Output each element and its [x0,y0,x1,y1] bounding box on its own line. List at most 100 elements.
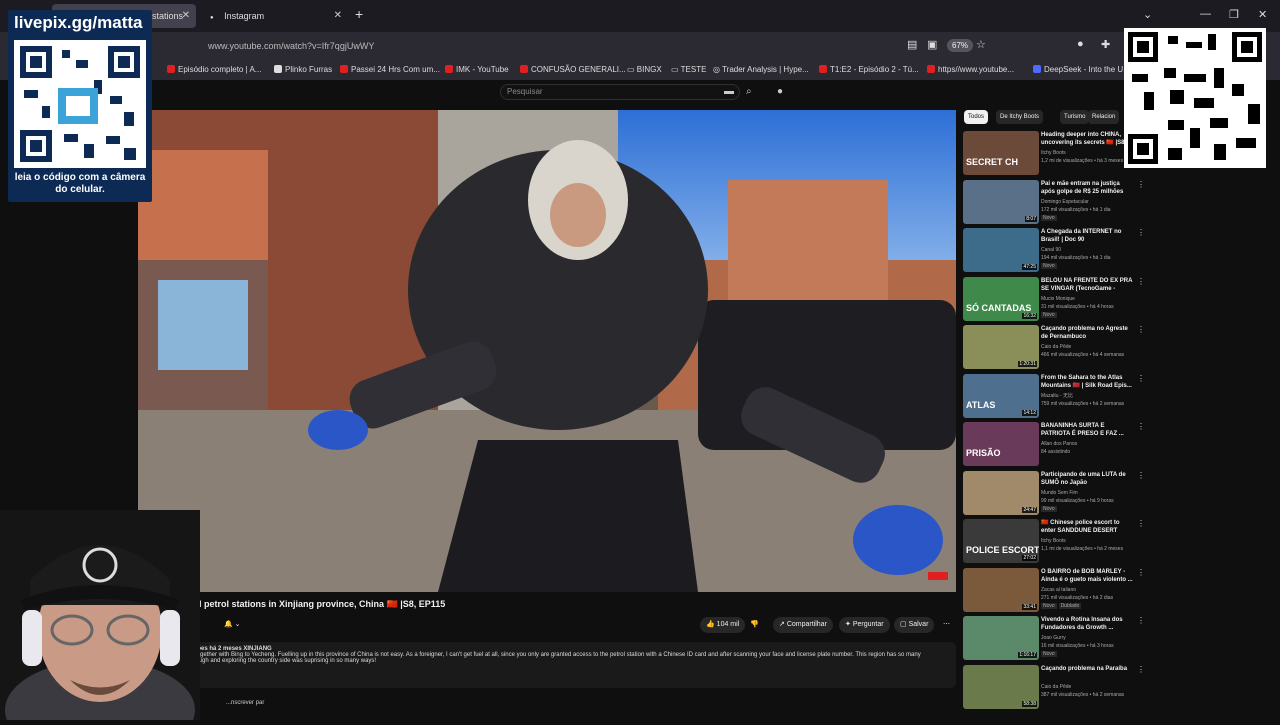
channel-name[interactable]: Mazaltu - 无比 [1041,392,1133,400]
maximize-icon[interactable]: ❐ [1229,8,1239,21]
video-player[interactable] [138,110,956,592]
video-thumbnail[interactable]: 33:41 [963,567,1039,612]
recommendation-title[interactable]: BELOU NA FRENTE DO EX PRA SE VINGAR (Tec… [1041,277,1133,293]
more-options-icon[interactable]: ⋮ [1137,180,1145,189]
video-thumbnail[interactable]: 58:38 [963,664,1039,709]
picture-in-picture-icon[interactable]: ▣ [927,38,937,51]
channel-name[interactable]: Joao Gurry [1041,634,1133,642]
channel-name[interactable]: Caio da Pêde [1041,683,1133,691]
more-options-icon[interactable]: ⋮ [1137,616,1145,625]
more-options-icon[interactable]: ⋮ [1137,277,1145,286]
recommendation-title[interactable]: Caçando problema no Agreste de Pernambuc… [1041,325,1133,341]
more-options-icon[interactable]: ⋮ [1137,374,1145,383]
channel-name[interactable]: Allan dos Panos [1041,440,1133,448]
transcript-hint[interactable]: ...nscrever par [226,700,264,706]
recommendation-title[interactable]: Caçando problema na Paraíba [1041,665,1133,673]
more-options-icon[interactable]: ⋮ [1137,519,1145,528]
account-icon[interactable]: ● [1077,38,1084,50]
more-options-icon[interactable]: ⋮ [1137,471,1145,480]
channel-name[interactable]: Domingo Espetacular [1041,198,1133,206]
more-options-icon[interactable]: ⋮ [1137,568,1145,577]
more-options-icon[interactable]: ⋮ [1137,228,1145,237]
bookmark-item[interactable]: IMK - YouTube [445,65,509,74]
recommendation-title[interactable]: From the Sahara to the Atlas Mountains 🇲… [1041,374,1133,390]
bookmark-item[interactable]: Plinko Furras [274,65,332,74]
video-thumbnail[interactable]: 8:07 [963,179,1039,224]
recommendation-title[interactable]: Pai e mãe entram na justiça após golpe d… [1041,180,1133,196]
recommendation-item[interactable]: 1:20:31 Caçando problema no Agreste de Pe… [962,325,1145,371]
more-options-icon[interactable]: ⋮ [1137,325,1145,334]
extensions-icon[interactable]: ✚ [1101,38,1110,51]
video-thumbnail[interactable]: SÓ CANTADAS 16:32 [963,276,1039,321]
keyboard-icon[interactable]: ▬ [724,86,734,97]
save-button[interactable]: ▢ Salvar [894,617,935,633]
recommendation-item[interactable]: SÓ CANTADAS 16:32 BELOU NA FRENTE DO EX PR… [962,276,1145,323]
search-input[interactable]: Pesquisar [500,84,740,100]
channel-name[interactable]: Itchy Boots [1041,149,1133,157]
video-thumbnail[interactable]: POLICE ESCORT 27:02 [963,519,1039,563]
recommendation-item[interactable]: SECRET CH Heading deeper into CHINA, unco… [962,131,1145,177]
recommendation-item[interactable]: 24:47 Participando de uma LUTA de SUMÔ no… [962,470,1145,517]
recommendation-item[interactable]: POLICE ESCORT 27:02 🇨🇳 Chinese police esco… [962,519,1145,565]
bookmark-folder[interactable]: ▭ TESTE [671,65,706,74]
chip-related[interactable]: Relacion [1088,110,1120,124]
recommendation-item[interactable]: 33:41 O BAIRRO de BOB MARLEY - Ainda é o … [962,567,1145,614]
recommendation-title[interactable]: Vivendo a Rotina Insana dos Fundadores d… [1041,616,1133,632]
more-actions-icon[interactable]: ⋯ [943,617,950,633]
video-thumbnail[interactable]: 1:16:17 [963,616,1039,660]
share-button[interactable]: ↗ Compartilhar [773,617,833,633]
close-window-icon[interactable]: ✕ [1258,8,1267,21]
new-tab-button[interactable]: + [355,6,363,22]
list-all-tabs-icon[interactable]: ⌄ [1143,8,1152,21]
channel-name[interactable]: Caio da Pêde [1041,343,1133,351]
bookmark-item[interactable]: ◎ Trader Analysis | Hype... [713,65,809,74]
recommendation-title[interactable]: 🇨🇳 Chinese police escort to enter SANDDU… [1041,519,1133,535]
recommendation-item[interactable]: 8:07 Pai e mãe entram na justiça após gol… [962,179,1145,226]
bookmark-folder[interactable]: ▭ BINGX [627,65,662,74]
ask-button[interactable]: ✦ Perguntar [839,617,890,633]
mic-icon[interactable]: ● [777,86,783,97]
zoom-level-badge[interactable]: 67% [947,39,974,52]
video-thumbnail[interactable]: 47:25 [963,228,1039,272]
channel-name[interactable]: Mundo Sem Fim [1041,489,1133,497]
search-icon[interactable]: ⌕ [746,86,752,97]
chip-channel[interactable]: De Itchy Boots [996,110,1044,124]
bookmark-item[interactable]: T1:E2 - Episódio 2 - Tú... [819,65,919,74]
video-description[interactable]: rições há 2 meses XINJIANG e together wi… [186,642,956,688]
close-tab-icon[interactable]: ✕ [182,4,190,28]
bell-icon[interactable]: 🔔 ⌄ [224,617,241,633]
recommendation-title[interactable]: O BAIRRO de BOB MARLEY - Ainda é o gueto… [1041,568,1133,584]
more-options-icon[interactable]: ⋮ [1137,422,1145,431]
recommendation-item[interactable]: 47:25 A Chegada da INTERNET no Brasil! | … [962,228,1145,274]
bookmark-item[interactable]: Episódio completo | A... [167,65,261,74]
video-thumbnail[interactable]: SECRET CH [963,131,1039,175]
bookmark-item[interactable]: https//www.youtube... [927,65,1014,74]
recommendation-item[interactable]: ATLAS 14:12 From the Sahara to the Atlas M… [962,373,1145,420]
reader-view-icon[interactable]: ▤ [907,38,917,51]
video-thumbnail[interactable]: 24:47 [963,470,1039,515]
recommendation-item[interactable]: 58:38 Caçando problema na Paraíba Caio da … [962,664,1145,711]
bookmark-star-icon[interactable]: ☆ [976,38,986,51]
bookmark-item[interactable]: Passei 24 Hrs Com um... [340,65,440,74]
bookmark-item[interactable]: CONFUSÃO GENERALI... [520,65,626,74]
more-options-icon[interactable]: ⋮ [1137,665,1145,674]
recommendation-title[interactable]: Participando de uma LUTA de SUMÔ no Japã… [1041,471,1133,487]
url-field[interactable]: www.youtube.com/watch?v=Ifr7qgjUwWY [200,37,990,55]
bookmark-item[interactable]: DeepSeek - Into the U... [1033,65,1130,74]
minimize-icon[interactable]: — [1200,8,1211,20]
chip-all[interactable]: Todos [964,110,989,124]
recommendation-title[interactable]: BANANINHA SURTA E PATRIOTA É PRESO E FAZ… [1041,422,1133,438]
channel-name[interactable]: Mucio Monique [1041,295,1133,303]
video-thumbnail[interactable]: PRISÃO [963,422,1039,466]
video-thumbnail[interactable]: ATLAS 14:12 [963,373,1039,418]
recommendation-title[interactable]: A Chegada da INTERNET no Brasil! | Doc 9… [1041,228,1133,244]
channel-name[interactable]: Zacas al taliano [1041,586,1133,594]
recommendation-item[interactable]: 1:16:17 Vivendo a Rotina Insana dos Funda… [962,616,1145,662]
chip-tourism[interactable]: Turismo [1060,110,1090,124]
like-button[interactable]: 👍 104 mil [700,617,746,633]
channel-name[interactable]: Itchy Boots [1041,537,1133,545]
video-thumbnail[interactable]: 1:20:31 [963,325,1039,369]
channel-name[interactable]: Canal 90 [1041,246,1133,254]
tab-instagram[interactable]: ● Instagram ✕ [200,4,348,28]
dislike-button[interactable]: 👎 [750,617,759,633]
